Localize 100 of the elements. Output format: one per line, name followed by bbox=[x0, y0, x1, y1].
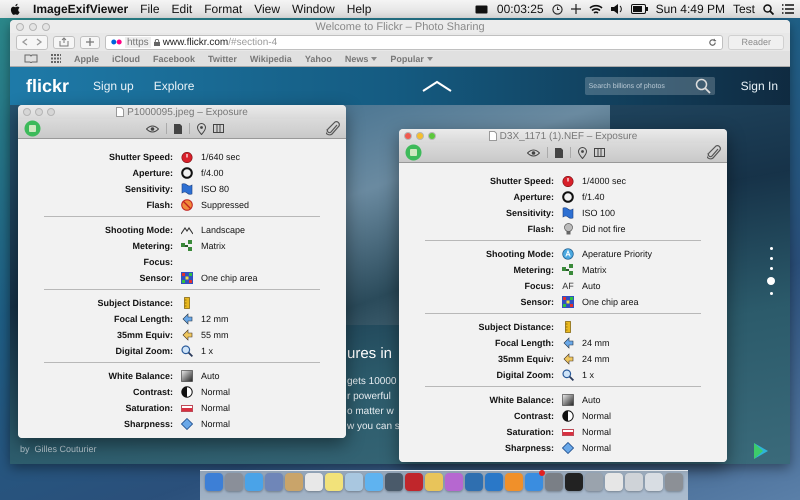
chevron-up-icon[interactable] bbox=[422, 80, 452, 92]
menu-item[interactable]: Window bbox=[292, 2, 335, 16]
paperclip-icon[interactable] bbox=[707, 144, 721, 160]
field-label: Digital Zoom: bbox=[114, 346, 173, 356]
volume-icon[interactable] bbox=[610, 4, 623, 14]
field-value: Did not fire bbox=[582, 224, 626, 234]
play-triangle-icon[interactable] bbox=[753, 442, 769, 460]
field-value: ISO 100 bbox=[582, 208, 616, 218]
field-value: 1 x bbox=[201, 346, 214, 356]
window-button[interactable] bbox=[416, 132, 424, 140]
document-icon[interactable] bbox=[555, 148, 563, 158]
menu-item[interactable]: Format bbox=[204, 2, 242, 16]
bookmark-link[interactable]: iCloud bbox=[112, 54, 140, 64]
page-dot[interactable] bbox=[770, 247, 772, 250]
apple-logo-icon[interactable] bbox=[10, 2, 21, 16]
bookmark-link[interactable]: News bbox=[344, 54, 378, 64]
menu-item[interactable]: Edit bbox=[172, 2, 192, 16]
location-pin-icon[interactable] bbox=[578, 146, 587, 158]
field-value: Normal bbox=[201, 387, 230, 397]
aperture-icon bbox=[562, 191, 574, 203]
clock-icon[interactable] bbox=[552, 4, 563, 14]
field-label: Sensitivity: bbox=[124, 184, 173, 194]
address-field[interactable]: https www.flickr.com/#section-4 bbox=[105, 34, 724, 50]
site-logo[interactable]: flickr bbox=[26, 76, 70, 96]
paperclip-icon[interactable] bbox=[326, 120, 340, 136]
list-icon[interactable] bbox=[782, 4, 794, 14]
field-label: White Balance: bbox=[488, 395, 554, 405]
columns-icon[interactable] bbox=[594, 148, 605, 157]
photo-credit: by Gilles Couturier bbox=[20, 444, 97, 454]
page-dot[interactable] bbox=[770, 267, 772, 270]
field-label: Sensor: bbox=[138, 273, 173, 283]
field-label: Sharpness: bbox=[122, 419, 173, 429]
wifi-icon[interactable] bbox=[588, 4, 603, 14]
bookmark-link[interactable]: Popular bbox=[390, 54, 433, 64]
field-label: Saturation: bbox=[124, 403, 173, 413]
field-label: Shooting Mode: bbox=[485, 249, 554, 259]
field-value: Auto bbox=[582, 281, 601, 291]
nav-link[interactable]: Sign up bbox=[93, 79, 134, 93]
window-button[interactable] bbox=[404, 132, 412, 140]
gradient-square-icon bbox=[562, 394, 574, 406]
book-icon[interactable] bbox=[24, 54, 38, 63]
eye-icon[interactable] bbox=[527, 148, 540, 156]
menu-item[interactable]: View bbox=[254, 2, 280, 16]
window-button[interactable] bbox=[47, 108, 55, 116]
half-circle-icon bbox=[562, 410, 574, 422]
bookmark-link[interactable]: Yahoo bbox=[304, 54, 332, 64]
page-dot[interactable] bbox=[770, 257, 772, 260]
flash-icon bbox=[181, 199, 193, 211]
field-value: Auto bbox=[582, 395, 601, 405]
columns-icon[interactable] bbox=[213, 124, 224, 133]
location-pin-icon[interactable] bbox=[197, 122, 206, 134]
back-forward-buttons[interactable] bbox=[16, 34, 48, 50]
field-label: Focus: bbox=[523, 281, 554, 291]
page-dot[interactable] bbox=[770, 292, 772, 295]
flag-icon bbox=[562, 207, 574, 219]
field-label: Shutter Speed: bbox=[488, 176, 554, 186]
app-icon[interactable] bbox=[565, 473, 583, 491]
add-icon[interactable] bbox=[80, 36, 100, 48]
window-button[interactable] bbox=[35, 108, 43, 116]
timer-text[interactable]: 00:03:25 bbox=[496, 2, 544, 16]
menu-item[interactable]: File bbox=[140, 2, 160, 16]
user-name[interactable]: Test bbox=[732, 2, 755, 16]
magnifier-icon bbox=[181, 345, 193, 357]
field-label: Flash: bbox=[145, 200, 173, 210]
nav-link[interactable]: Explore bbox=[154, 79, 194, 93]
grid-icon[interactable] bbox=[51, 54, 61, 63]
mountain-icon bbox=[181, 225, 193, 235]
arrow-left-icon bbox=[182, 313, 192, 325]
reader-button[interactable]: Reader bbox=[728, 34, 784, 50]
field-label: Flash: bbox=[526, 224, 554, 234]
field-value: Aperature Priority bbox=[582, 249, 652, 259]
app-icon[interactable] bbox=[385, 473, 403, 491]
field-label: 35mm Equiv: bbox=[116, 330, 173, 340]
page-dot[interactable] bbox=[767, 277, 775, 285]
menu-item[interactable]: Help bbox=[346, 2, 372, 16]
field-label: Contrast: bbox=[132, 387, 173, 397]
field-label: Shooting Mode: bbox=[104, 225, 173, 235]
document-icon[interactable] bbox=[174, 124, 182, 134]
aperture-icon bbox=[181, 167, 193, 179]
bookmark-link[interactable]: Wikipedia bbox=[250, 54, 292, 64]
bookmark-link[interactable]: Facebook bbox=[153, 54, 196, 64]
share-icon[interactable] bbox=[53, 36, 75, 48]
clock-text[interactable]: Sun 4:49 PM bbox=[656, 2, 725, 16]
search-icon[interactable] bbox=[763, 4, 774, 14]
bookmark-link[interactable]: Twitter bbox=[208, 54, 237, 64]
app-menu[interactable]: ImageExifViewer bbox=[33, 2, 128, 16]
window-title: P1000095.jpeg – Exposure bbox=[127, 106, 248, 118]
eye-icon[interactable] bbox=[146, 124, 159, 132]
window-button[interactable] bbox=[428, 132, 436, 140]
field-value: Normal bbox=[201, 419, 230, 429]
crosshair-icon[interactable] bbox=[570, 4, 581, 14]
arrow-left-icon bbox=[182, 329, 192, 341]
window-button[interactable] bbox=[23, 108, 31, 116]
field-value: Matrix bbox=[201, 241, 226, 251]
field-label: Focus: bbox=[142, 257, 173, 267]
sign-in-link[interactable]: Sign In bbox=[740, 79, 778, 93]
field-value: f/1.40 bbox=[582, 192, 605, 202]
field-value: Landscape bbox=[201, 225, 246, 235]
bookmark-link[interactable]: Apple bbox=[74, 54, 100, 64]
reload-icon[interactable] bbox=[708, 38, 718, 46]
